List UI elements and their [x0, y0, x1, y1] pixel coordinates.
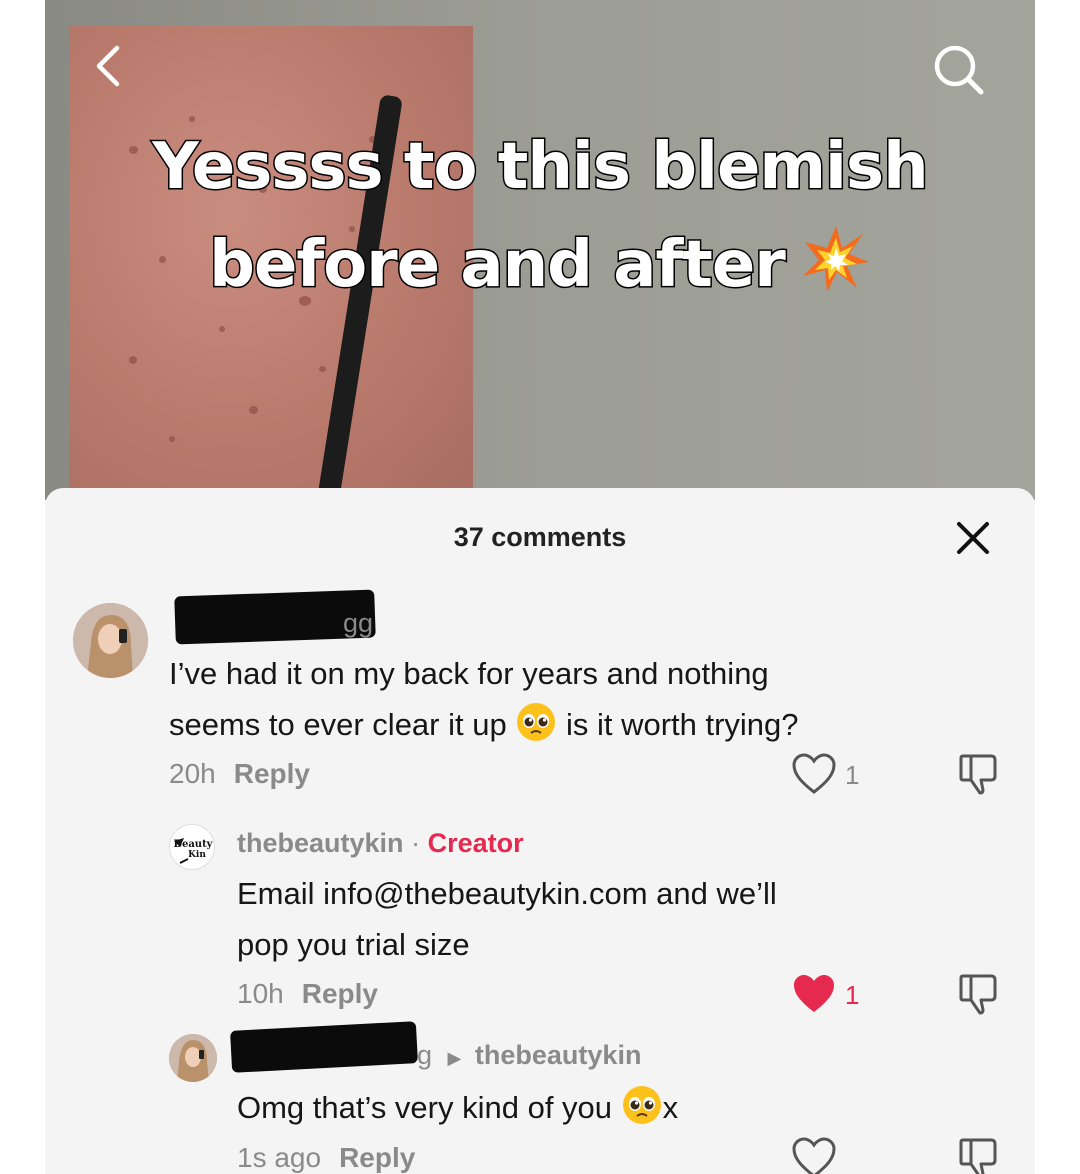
pleading-face-icon — [515, 701, 557, 743]
reply-time: 10h — [237, 978, 284, 1009]
avatar[interactable] — [169, 1034, 217, 1082]
heart-icon[interactable] — [791, 1136, 837, 1174]
reply-text: Email info@thebeautykin.com and we’ll po… — [237, 876, 777, 962]
thumbs-down-icon[interactable] — [957, 1136, 999, 1174]
comment-time: 1s ago — [237, 1142, 322, 1173]
pleading-face-icon — [621, 1084, 663, 1126]
caption-line-1: Yessss to this blemish — [151, 129, 930, 206]
comment-time: 20h — [169, 758, 216, 789]
comment-text: Omg that’s very kind of you x — [237, 1082, 957, 1133]
caption-line-2: before and after — [105, 216, 975, 314]
separator-dot: · — [411, 828, 421, 858]
app-frame: Yessss to this blemish before and after … — [45, 0, 1035, 1174]
comments-count-title: 37 comments — [453, 522, 627, 552]
reply-button[interactable]: Reply — [234, 758, 310, 789]
creator-avatar-text-2: Kin — [188, 850, 206, 860]
search-icon[interactable] — [931, 42, 987, 98]
reply-meta: 10h Reply — [237, 978, 378, 1010]
redacted-username — [230, 1021, 418, 1073]
creator-avatar[interactable]: Beauty Kin — [169, 824, 215, 870]
video-caption: Yessss to this blemish before and after — [105, 118, 975, 314]
creator-badge: Creator — [427, 828, 524, 858]
avatar[interactable] — [73, 603, 148, 678]
creator-username[interactable]: thebeautykin — [237, 828, 404, 858]
comment-username-fragment[interactable]: gg — [343, 608, 373, 639]
like-count: 1 — [845, 980, 860, 1010]
comment-username-fragment[interactable]: g — [417, 1040, 432, 1070]
collision-icon — [801, 224, 871, 294]
video-player[interactable]: Yessss to this blemish before and after — [45, 0, 1035, 500]
creator-avatar-text-1: Beauty — [174, 839, 214, 850]
comment-meta: 20h Reply — [169, 758, 310, 790]
heart-icon[interactable] — [791, 752, 837, 796]
comment-text: I’ve had it on my back for years and not… — [169, 656, 799, 743]
like-count: 1 — [845, 760, 860, 790]
thumbs-down-icon[interactable] — [957, 752, 999, 796]
heart-filled-icon[interactable] — [791, 972, 837, 1016]
reply-button[interactable]: Reply — [302, 978, 378, 1009]
reply-to-line: g ▶ thebeautykin — [417, 1040, 641, 1071]
reply-button[interactable]: Reply — [339, 1142, 415, 1173]
back-arrow-icon[interactable] — [87, 42, 133, 88]
reply-arrow-icon: ▶ — [447, 1048, 462, 1068]
comments-sheet: 37 comments gg I’ve had it on my back fo… — [45, 488, 1035, 1174]
comment-meta: 1s ago Reply — [237, 1142, 415, 1174]
close-icon[interactable] — [953, 518, 993, 558]
creator-username-line: thebeautykin · Creator — [237, 828, 524, 859]
thumbs-down-icon[interactable] — [957, 972, 999, 1016]
reply-to-username[interactable]: thebeautykin — [475, 1040, 642, 1070]
